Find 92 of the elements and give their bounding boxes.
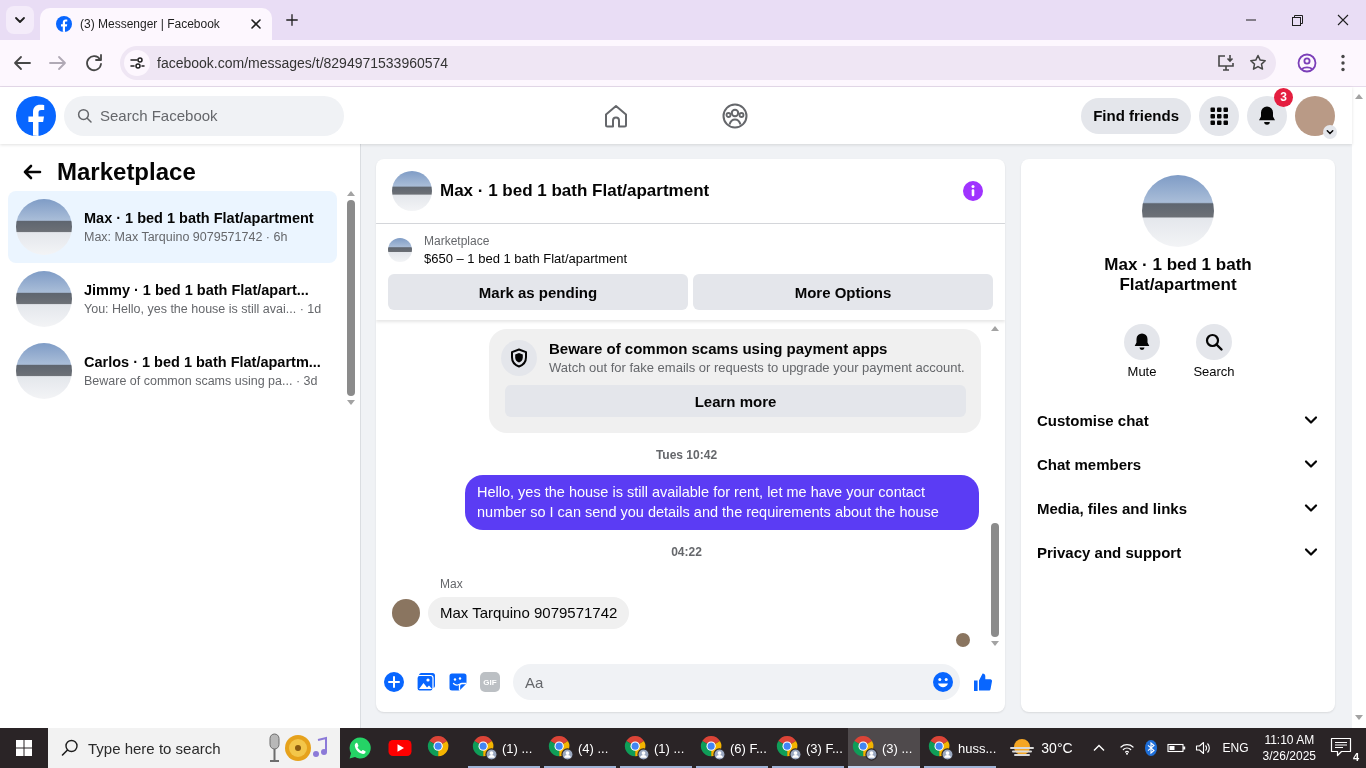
notice-text: Watch out for fake emails or requests to upgrade your payment account. bbox=[549, 359, 965, 377]
sent-message-bubble: Hello, yes the house is still available for rent, let me have your contact number so I can send you details and the requirements about the house bbox=[465, 475, 979, 530]
browser-icon bbox=[472, 735, 498, 761]
browser-tab[interactable]: (3) Messenger | Facebook bbox=[40, 8, 272, 40]
notice-title: Beware of common scams using payment apps bbox=[549, 339, 889, 359]
taskbar-window-button[interactable]: (6) F... bbox=[696, 728, 768, 768]
notification-badge: 3 bbox=[1274, 87, 1293, 107]
scrollbar-thumb[interactable] bbox=[991, 523, 999, 637]
listing-source: Marketplace bbox=[424, 232, 491, 249]
details-title: Max · 1 bed 1 bath Flat/apartment bbox=[1103, 255, 1253, 295]
plus-icon[interactable] bbox=[384, 672, 404, 692]
plus-icon[interactable] bbox=[285, 13, 299, 27]
taskbar-window-button[interactable]: (4) ... bbox=[544, 728, 616, 768]
search-icon bbox=[60, 738, 80, 758]
taskbar-window-button[interactable]: (3) ... bbox=[848, 728, 920, 768]
search-icon bbox=[76, 106, 94, 125]
notification-count: 4 bbox=[1351, 751, 1360, 763]
sidebar-title: Marketplace bbox=[57, 156, 196, 187]
conversation-item[interactable]: Max · 1 bed 1 bath Flat/apartment Max: Max Tarquino 9079571742 · 6h bbox=[8, 191, 337, 263]
listing-photo bbox=[392, 171, 432, 211]
search-icon bbox=[1196, 324, 1232, 360]
conversation-title: Carlos · 1 bed 1 bath Flat/apartm... bbox=[84, 353, 321, 372]
chat-action-button[interactable]: Mute bbox=[1112, 324, 1172, 380]
taskbar-window-button[interactable]: (1) ... bbox=[620, 728, 692, 768]
listing-photo bbox=[16, 343, 72, 399]
browser-icon bbox=[700, 735, 726, 761]
shield-icon bbox=[501, 340, 537, 376]
input-language[interactable]: ENG bbox=[1222, 741, 1249, 755]
site-settings-icon[interactable] bbox=[124, 50, 150, 76]
received-message-bubble: Max Tarquino 9079571742 bbox=[428, 597, 630, 629]
install-app-icon[interactable] bbox=[1216, 53, 1236, 73]
taskbar-window-button[interactable]: (3) F... bbox=[772, 728, 844, 768]
grid-menu-icon[interactable] bbox=[1199, 95, 1239, 136]
message-timestamp: 04:22 bbox=[671, 544, 702, 560]
browser-icon bbox=[852, 735, 878, 761]
listing-photo bbox=[16, 271, 72, 327]
conversation-item[interactable]: Carlos · 1 bed 1 bath Flat/apartm... Beware of common scams using pa... · 3d bbox=[8, 335, 337, 407]
close-icon[interactable] bbox=[248, 16, 264, 32]
url-text: facebook.com/messages/t/8294971533960574 bbox=[157, 55, 450, 71]
bluetooth-icon[interactable] bbox=[1142, 740, 1159, 756]
conversation-title: Jimmy · 1 bed 1 bath Flat/apart... bbox=[84, 281, 310, 300]
browser-icon bbox=[624, 735, 650, 761]
clock-time[interactable]: 11:10 AM bbox=[1264, 732, 1315, 748]
conversation-snippet: Max: Max Tarquino 9079571742 · 6h bbox=[84, 229, 289, 246]
chevron-down-icon[interactable] bbox=[1323, 124, 1337, 139]
weather-temperature[interactable]: 30°C bbox=[1041, 740, 1073, 756]
logo-icon bbox=[56, 16, 72, 32]
clock-date[interactable]: 3/26/2025 bbox=[1262, 748, 1316, 764]
read-receipt-avatar bbox=[956, 633, 970, 647]
browser-icon bbox=[928, 735, 954, 761]
avatar bbox=[392, 599, 420, 627]
phone-bubble-icon[interactable] bbox=[348, 736, 372, 760]
logo-icon[interactable] bbox=[16, 95, 56, 136]
listing-photo bbox=[16, 199, 72, 255]
details-section-toggle[interactable]: Customise chat bbox=[1021, 398, 1335, 442]
taskbar-search-field[interactable]: Type here to search bbox=[48, 728, 340, 768]
chat-action-button[interactable]: Search bbox=[1184, 324, 1244, 380]
notification-icon[interactable] bbox=[1330, 737, 1352, 757]
browser-icon bbox=[776, 735, 802, 761]
speaker-icon[interactable] bbox=[1194, 740, 1211, 756]
emoji-icon[interactable] bbox=[933, 672, 953, 692]
listing-summary: $650 – 1 bed 1 bath Flat/apartment bbox=[424, 249, 628, 268]
find-friends-button[interactable]: Find friends bbox=[1081, 97, 1191, 134]
listing-photo bbox=[388, 238, 412, 262]
photo-icon[interactable] bbox=[416, 672, 436, 692]
browser-icon bbox=[548, 735, 574, 761]
taskbar-window-button[interactable]: (1) ... bbox=[468, 728, 540, 768]
chat-title: Max · 1 bed 1 bath Flat/apartment bbox=[440, 181, 711, 201]
learn-more-button[interactable]: Learn more bbox=[505, 385, 966, 417]
conversation-title: Max · 1 bed 1 bath Flat/apartment bbox=[84, 209, 314, 228]
scrollbar-thumb[interactable] bbox=[347, 200, 355, 396]
star-icon[interactable] bbox=[1248, 53, 1268, 73]
details-section-toggle[interactable]: Chat members bbox=[1021, 442, 1335, 486]
search-field[interactable]: Search Facebook bbox=[64, 95, 344, 136]
details-section-toggle[interactable]: Privacy and support bbox=[1021, 530, 1335, 574]
bell-icon bbox=[1124, 324, 1160, 360]
details-section-toggle[interactable]: Media, files and links bbox=[1021, 486, 1335, 530]
tab-search-button[interactable] bbox=[6, 6, 34, 34]
sticker-icon[interactable] bbox=[448, 672, 468, 692]
conversation-item[interactable]: Jimmy · 1 bed 1 bath Flat/apart... You: Hello, yes the house is still avai... · 1d bbox=[8, 263, 337, 335]
message-timestamp: Tues 10:42 bbox=[655, 447, 718, 463]
sender-name: Max bbox=[440, 576, 463, 592]
conversation-snippet: You: Hello, yes the house is still avai... · 1d bbox=[84, 301, 322, 318]
listing-action-button[interactable]: More Options bbox=[693, 274, 993, 310]
message-field[interactable]: Aa bbox=[513, 664, 960, 700]
info-icon[interactable] bbox=[963, 181, 983, 201]
listing-action-button[interactable]: Mark as pending bbox=[388, 274, 688, 310]
taskbar-window-button[interactable]: huss... bbox=[924, 728, 996, 768]
address-bar[interactable]: facebook.com/messages/t/8294971533960574 bbox=[120, 46, 1276, 80]
conversation-snippet: Beware of common scams using pa... · 3d bbox=[84, 373, 319, 390]
thumbs-up-icon[interactable] bbox=[973, 672, 993, 692]
people-circle-icon[interactable] bbox=[721, 101, 749, 130]
